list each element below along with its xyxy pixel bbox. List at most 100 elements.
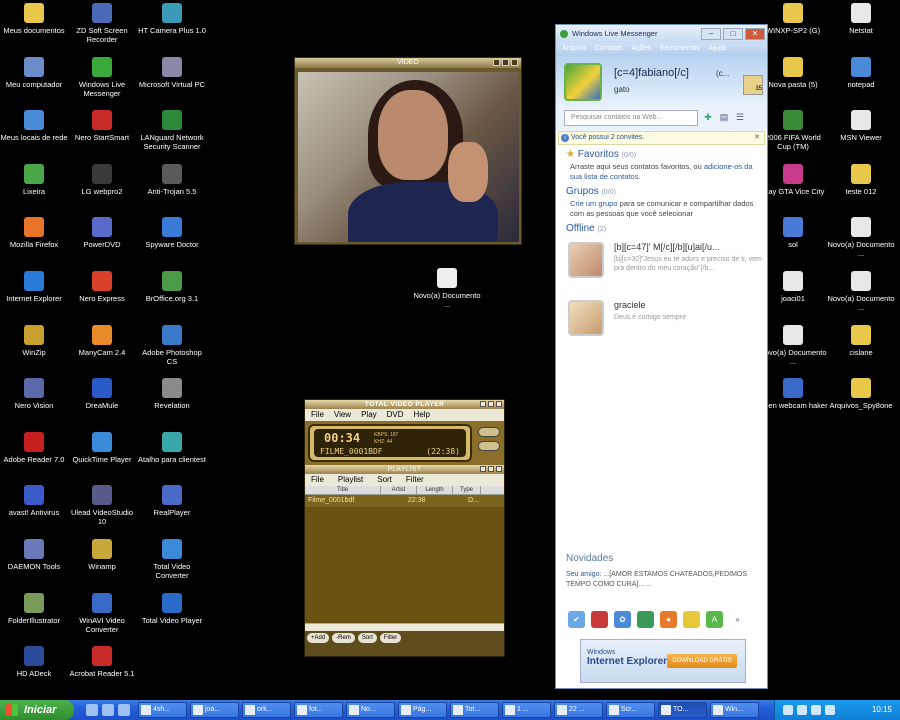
maximize-button[interactable]: □	[723, 28, 743, 40]
desktop-icon[interactable]: Anti-Trojan 5.5	[137, 163, 207, 196]
taskbar-task-button[interactable]: Tot...	[450, 702, 499, 718]
playlist-sort-button[interactable]: Sort	[357, 633, 377, 643]
playlist-titlebar[interactable]: PLAYLIST	[305, 465, 504, 474]
desktop-icon[interactable]: Revelation	[137, 378, 207, 410]
desktop-icon[interactable]: Total Video Converter	[137, 539, 207, 580]
news-text[interactable]: Seu amigo: ...[AMOR ESTAMOS CHATEADOS,PE…	[566, 570, 762, 590]
taskbar-task-button[interactable]: No...	[346, 702, 395, 718]
tray-icon[interactable]	[811, 705, 821, 715]
desktop-icon[interactable]: DAEMON Tools	[0, 539, 69, 571]
player-titlebar[interactable]: TOTAL VIDEO PLAYER	[305, 400, 504, 409]
maximize-button[interactable]	[502, 59, 509, 66]
app-icon[interactable]	[591, 611, 608, 628]
taskbar-task-button[interactable]: 4sh...	[138, 702, 187, 718]
playlist-menu-playlist[interactable]: Playlist	[338, 474, 363, 486]
desktop-icon[interactable]: Ulead VideoStudio 10	[67, 485, 137, 526]
change-view-icon[interactable]: ▤	[718, 111, 730, 123]
playlist-menu-file[interactable]: File	[311, 474, 324, 486]
ie8-ad-banner[interactable]: Windows Internet Explorer 8 DOWNLOAD GRÁT…	[580, 639, 746, 683]
playlist-remove-button[interactable]: -Rem	[332, 633, 355, 643]
desktop-icon[interactable]: Internet Explorer	[0, 271, 69, 303]
maximize-button[interactable]	[488, 466, 494, 472]
user-avatar[interactable]	[564, 63, 602, 101]
desktop-icon[interactable]: Mozilla Firefox	[0, 217, 69, 249]
taskbar-task-button[interactable]: joa...	[190, 702, 239, 718]
desktop-icon[interactable]: Nero StartSmart	[67, 110, 137, 142]
desktop-icon[interactable]: Lixeira	[0, 163, 69, 196]
desktop-icon[interactable]: notepad	[826, 56, 896, 89]
desktop-icon[interactable]: teste 012	[826, 163, 896, 196]
playlist-filter-button[interactable]: Filter	[379, 633, 402, 643]
playlist-add-button[interactable]: +Add	[307, 633, 330, 643]
menu-play[interactable]: Play	[361, 409, 377, 421]
desktop-icon[interactable]: WINXP-SP2 (G)	[758, 3, 828, 35]
desktop-icon[interactable]: Meu computador	[0, 56, 69, 89]
app-icon[interactable]	[683, 611, 700, 628]
column-type[interactable]: Type	[453, 486, 481, 494]
playlist-row[interactable]: Filme_0001bdf 22:38 D...	[305, 495, 504, 507]
desktop-icon[interactable]: Windows Live Messenger	[67, 56, 137, 98]
desktop-icon[interactable]: LANguard Network Security Scanner	[137, 110, 207, 151]
quick-launch-icon[interactable]	[86, 704, 98, 716]
clock[interactable]: 10:15	[872, 705, 892, 714]
minimize-button[interactable]	[493, 59, 500, 66]
taskbar-task-button[interactable]: 1 ...	[502, 702, 551, 718]
desktop-icon[interactable]: Netstat	[826, 3, 896, 35]
desktop-icon[interactable]: LG webpro2	[67, 163, 137, 196]
menu-dvd[interactable]: DVD	[387, 409, 404, 421]
desktop-icon[interactable]: cislane	[826, 324, 896, 357]
contact-item[interactable]: graciele Deus é comigo sempre	[556, 296, 767, 350]
desktop-icon[interactable]: Total Video Player	[137, 592, 207, 625]
invite-notification[interactable]: i Você possui 2 convites. ✕	[558, 131, 765, 145]
minimize-button[interactable]	[480, 401, 486, 407]
menu-acoes[interactable]: Ações	[632, 43, 651, 55]
close-button[interactable]	[496, 401, 502, 407]
desktop-icon[interactable]: Meus documentos	[0, 3, 69, 35]
tray-icon[interactable]	[825, 705, 835, 715]
desktop-icon[interactable]: FolderIllustrator	[0, 592, 69, 625]
desktop-icon[interactable]: ZD Soft Screen Recorder	[67, 3, 137, 44]
create-group-link[interactable]: Crie um grupo	[570, 199, 618, 208]
desktop-icon[interactable]: Spyware Doctor	[137, 217, 207, 249]
desktop-icon[interactable]: Novo(a) Documento ...	[758, 324, 828, 366]
quick-launch-icon[interactable]	[102, 704, 114, 716]
taskbar-task-button[interactable]: TO...	[658, 702, 707, 718]
playlist-menu-filter[interactable]: Filter	[406, 474, 424, 486]
desktop-icon[interactable]: Adobe Photoshop CS	[137, 324, 207, 366]
add-contact-icon[interactable]: ✚	[702, 111, 714, 123]
desktop-icon[interactable]: Novo(a) Documento ...	[826, 271, 896, 312]
desktop-icon[interactable]: Nero Express	[67, 271, 137, 303]
desktop-icon[interactable]: WinZip	[0, 324, 69, 357]
desktop-icon-new-document[interactable]: Novo(a) Documento ...	[412, 268, 482, 309]
more-apps-icon[interactable]: »	[729, 611, 746, 628]
app-icon[interactable]: ●	[660, 611, 677, 628]
minimize-button[interactable]: –	[701, 28, 721, 40]
menu-ferramentas[interactable]: Ferramentas	[660, 43, 700, 55]
sort-icon[interactable]: ☰	[734, 111, 746, 123]
desktop-icon[interactable]: Atalho para clientest	[137, 431, 207, 464]
desktop-icon[interactable]: QuickTime Player	[67, 431, 137, 464]
contact-item[interactable]: [b][c=47]' M[/c][/b][u]ai[/u... [b][c=30…	[556, 238, 767, 292]
video-window-titlebar[interactable]: VIDEO	[295, 58, 521, 68]
desktop-icon[interactable]: MSN Viewer	[826, 110, 896, 142]
search-input[interactable]: Pesquisar contatos na Web...	[564, 110, 698, 126]
taskbar-task-button[interactable]: ork...	[242, 702, 291, 718]
column-artist[interactable]: Artist	[381, 486, 417, 494]
desktop-icon[interactable]: WinAVI Video Converter	[67, 592, 137, 634]
favorites-title[interactable]: Favoritos	[578, 149, 619, 160]
close-button[interactable]: ✕	[745, 28, 765, 40]
app-icon[interactable]: ✿	[614, 611, 631, 628]
desktop-icon[interactable]: Nero Vision	[0, 378, 69, 410]
desktop-icon[interactable]: HT Camera Plus 1.0	[137, 3, 207, 35]
menu-file[interactable]: File	[311, 409, 324, 421]
desktop-icon[interactable]: Arquivos_Spy8one	[826, 378, 896, 410]
close-button[interactable]	[511, 59, 518, 66]
close-icon[interactable]: ✕	[754, 132, 760, 144]
offline-title[interactable]: Offline	[566, 223, 595, 234]
desktop-icon[interactable]: Open webcam haker	[758, 378, 828, 410]
messenger-window[interactable]: Windows Live Messenger – □ ✕ Arquivo Con…	[555, 24, 768, 689]
player-side-button[interactable]	[478, 441, 500, 451]
desktop-icon[interactable]: Novo(a) Documento ...	[826, 217, 896, 258]
mail-icon[interactable]: 35	[743, 75, 763, 95]
desktop-icon[interactable]: Meus locais de rede	[0, 110, 69, 142]
